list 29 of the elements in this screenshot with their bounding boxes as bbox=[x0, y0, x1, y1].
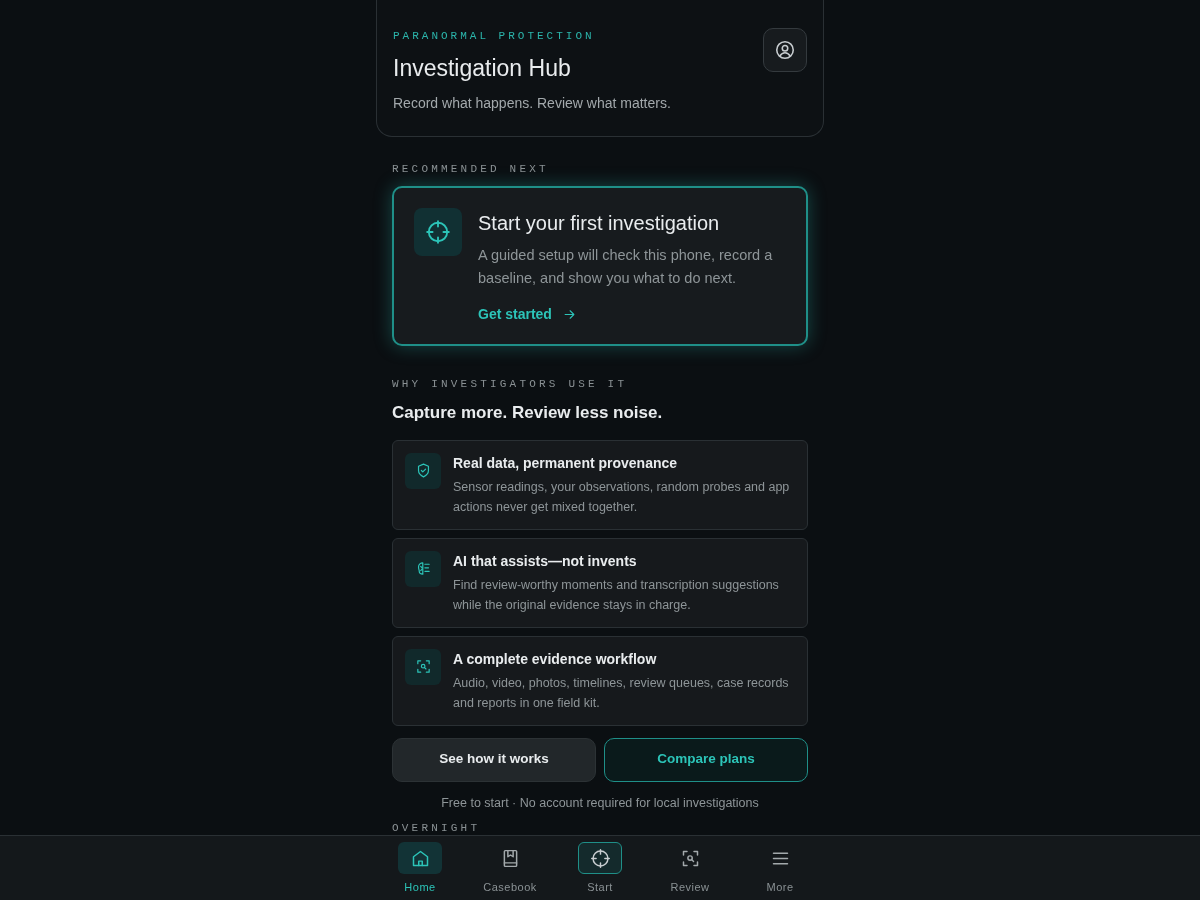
feature-title: AI that assists—not invents bbox=[453, 551, 638, 571]
section-label: WHY INVESTIGATORS USE IT bbox=[392, 376, 629, 392]
feature-text: Find review-worthy moments and transcription suggestions while the original evidence stays in charge. bbox=[453, 576, 780, 614]
crosshair-icon bbox=[425, 218, 451, 245]
section-label: RECOMMENDED NEXT bbox=[392, 162, 550, 177]
section-label: OVERNIGHT bbox=[392, 821, 482, 837]
feature-text: Audio, video, photos, timelines, review queues, case records and reports in one field kit. bbox=[453, 674, 790, 712]
how-it-works-button[interactable]: See how it works bbox=[392, 737, 596, 782]
profile-button[interactable] bbox=[763, 28, 807, 72]
card-title: Start your first investigation bbox=[478, 210, 721, 236]
feature-title: Real data, permanent provenance bbox=[453, 453, 679, 473]
user-icon bbox=[774, 39, 796, 61]
compare-plans-button[interactable]: Compare plans bbox=[604, 737, 808, 782]
get-started-link[interactable]: Get started bbox=[478, 303, 577, 325]
footnote: Free to start · No account required for local investigations bbox=[440, 794, 760, 812]
nav-tab[interactable]: More bbox=[747, 836, 813, 900]
card-text: A guided setup will check this phone, record a baseline, and show you what to do next. bbox=[478, 245, 774, 288]
subtitle: Record what happens. Review what matters. bbox=[393, 94, 671, 113]
nav-tab[interactable]: Home bbox=[387, 836, 453, 900]
feature-title: A complete evidence workflow bbox=[453, 649, 658, 669]
crosshair-icon bbox=[589, 847, 611, 869]
eyebrow-label: PARANORMAL PROTECTION bbox=[393, 29, 596, 44]
nav-tab[interactable]: Casebook bbox=[477, 836, 543, 900]
section-heading: Capture more. Review less noise. bbox=[392, 402, 664, 424]
feature-text: Sensor readings, your observations, random probes and app actions never get mixed together. bbox=[453, 478, 791, 516]
nav-tab[interactable]: Review bbox=[657, 836, 723, 900]
scan-search-icon bbox=[414, 658, 432, 675]
nav-tab[interactable]: Start bbox=[567, 836, 633, 900]
page-title: Investigation Hub bbox=[393, 53, 572, 83]
